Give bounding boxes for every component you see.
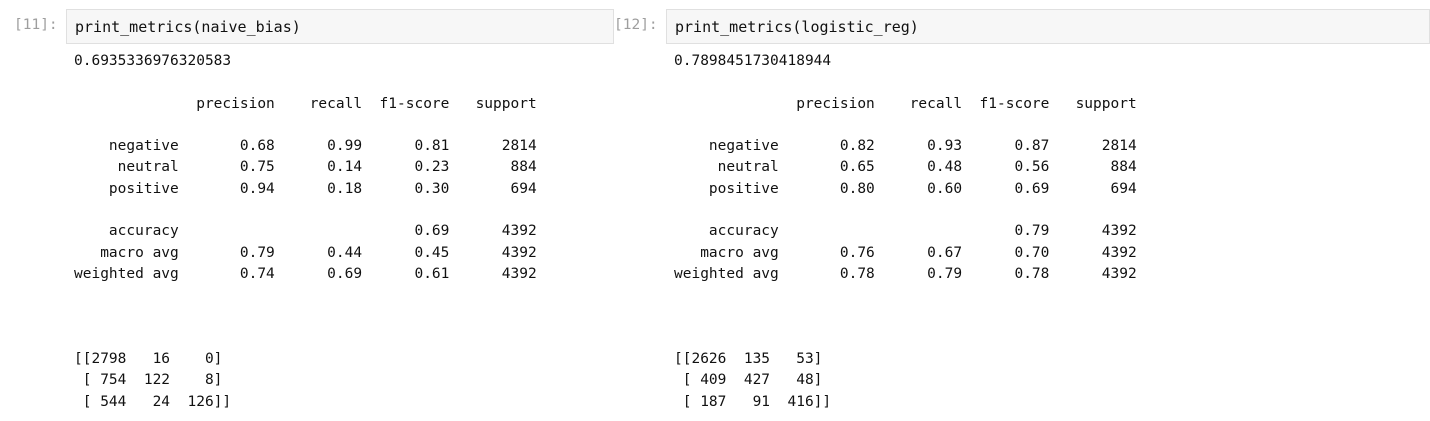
cell-11-code[interactable]: print_metrics(naive_bias)	[75, 10, 301, 44]
cell-11-output: 0.6935336976320583 precision recall f1-s…	[74, 53, 537, 410]
cell-12-input[interactable]: print_metrics(logistic_reg)	[666, 9, 1430, 44]
cell-11-prompt: [11]:	[14, 17, 58, 33]
cell-12-code[interactable]: print_metrics(logistic_reg)	[675, 10, 919, 44]
cell-12-output: 0.7898451730418944 precision recall f1-s…	[674, 53, 1137, 410]
cell-11-input[interactable]: print_metrics(naive_bias)	[66, 9, 614, 44]
cell-12-prompt: [12]:	[614, 17, 658, 33]
